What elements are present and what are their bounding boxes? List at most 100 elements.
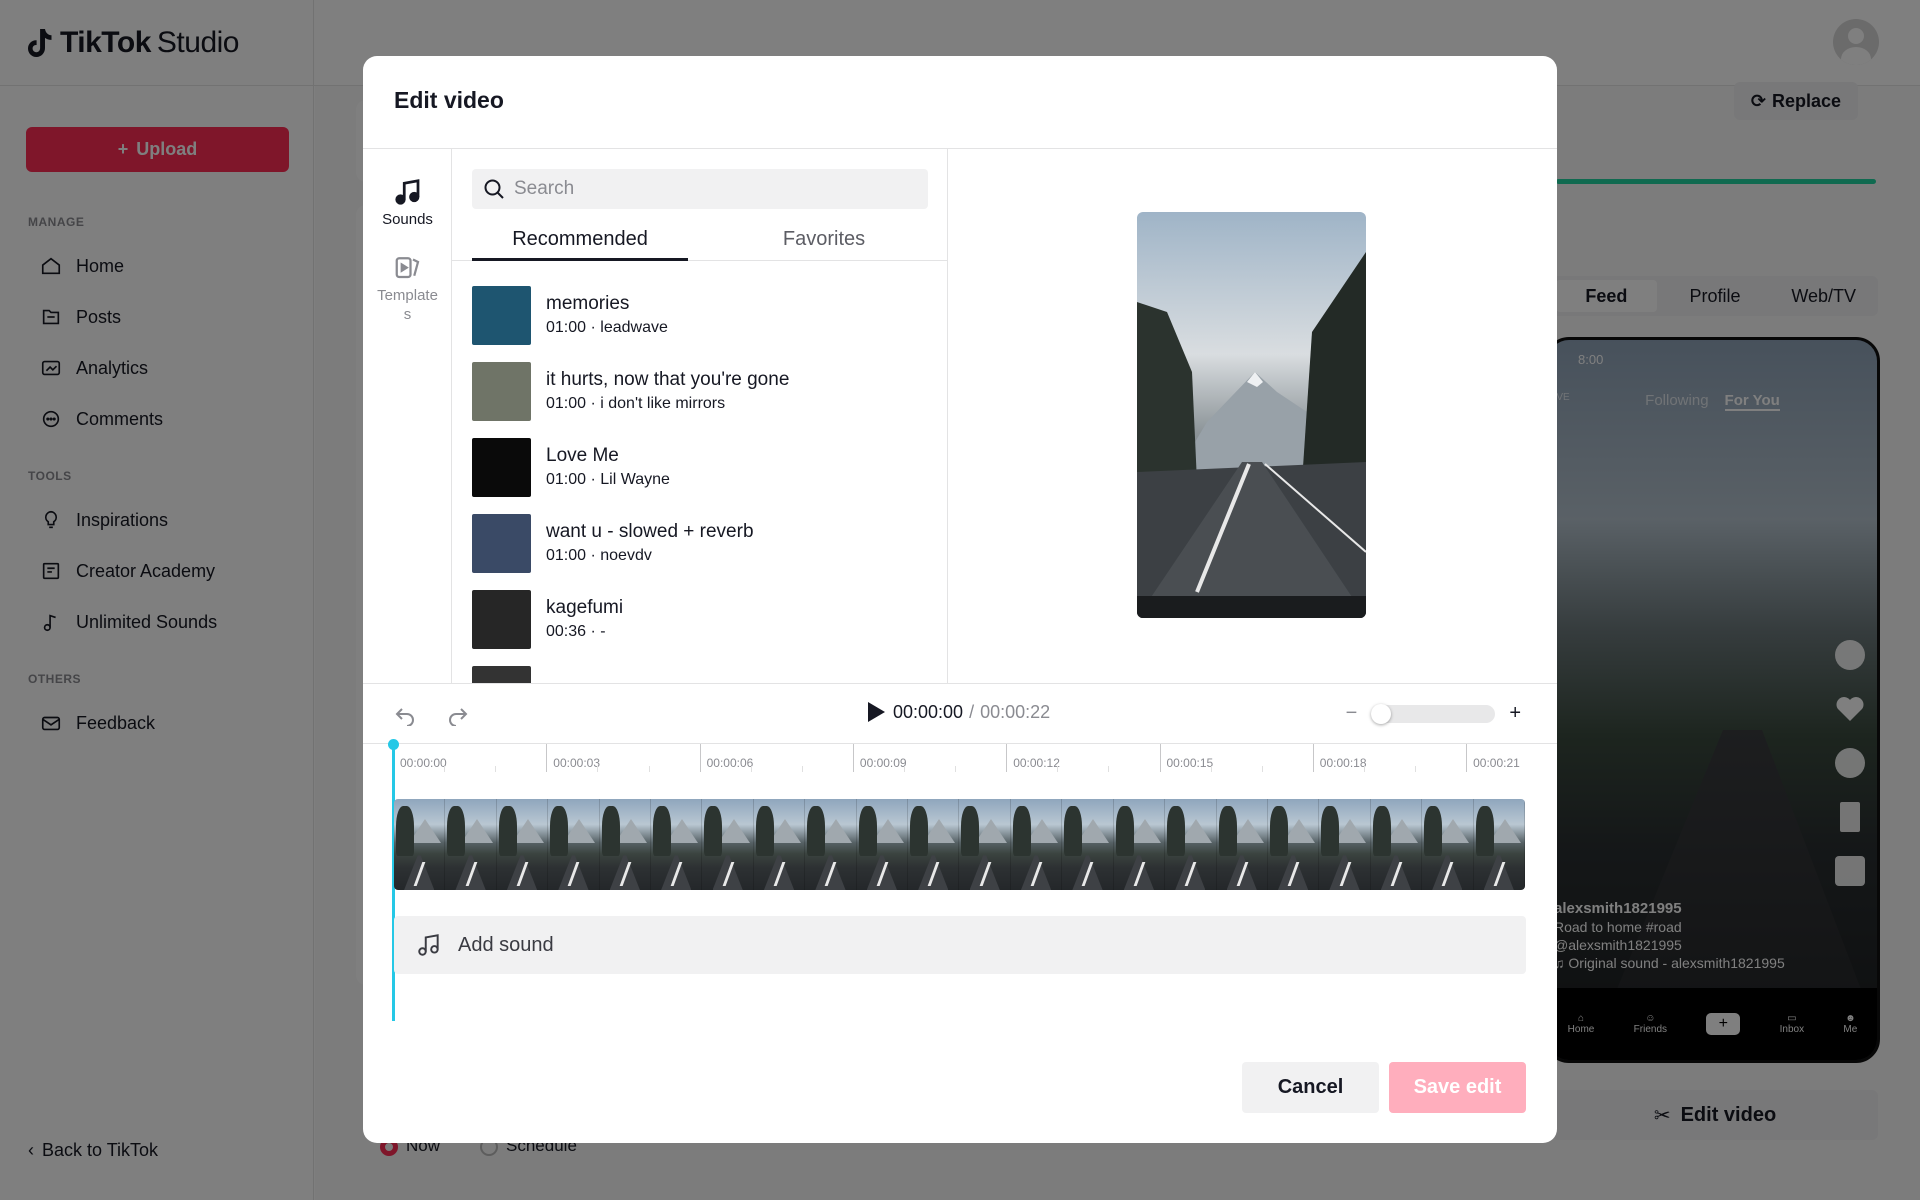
zoom-slider-handle[interactable] xyxy=(1371,703,1392,724)
ruler-tick: 00:00:09 xyxy=(852,744,907,772)
sound-thumbnail xyxy=(472,285,531,345)
add-sound-track[interactable]: Add sound xyxy=(394,916,1526,974)
filmstrip-frame xyxy=(548,799,600,890)
search-input[interactable] xyxy=(514,178,914,200)
sound-track-item[interactable]: Love Me 01:00 · Lil Wayne xyxy=(472,437,670,497)
ruler-tick-label: 00:00:00 xyxy=(400,756,447,770)
sound-thumbnail xyxy=(472,513,531,573)
filmstrip-frame xyxy=(856,799,909,890)
ruler-minor-tick xyxy=(444,766,446,772)
sound-track-item[interactable]: memories 01:00 · leadwave xyxy=(472,285,668,345)
sound-meta: 01:00 · i don't like mirrors xyxy=(546,395,726,412)
ruler-minor-tick xyxy=(597,766,599,772)
filmstrip-frame xyxy=(496,799,549,890)
ruler-minor-tick xyxy=(1261,766,1263,772)
tool-sounds[interactable]: Sounds xyxy=(363,177,452,228)
ruler-minor-tick xyxy=(1415,766,1416,772)
ruler-minor-tick xyxy=(1108,766,1110,772)
filmstrip-frame xyxy=(1216,799,1268,890)
tab-favorites[interactable]: Favorites xyxy=(716,219,932,260)
filmstrip-frame xyxy=(1319,799,1371,890)
ruler-tick: 00:00:21 xyxy=(1466,744,1520,772)
sound-title: it hurts, now that you're gone xyxy=(546,369,790,390)
sound-track-item[interactable]: Trap S... xyxy=(472,665,618,683)
undo-icon[interactable] xyxy=(392,702,418,726)
video-preview-image xyxy=(1137,212,1366,618)
filmstrip-frame xyxy=(394,799,446,890)
ruler-tick-label: 00:00:18 xyxy=(1319,756,1367,770)
current-time: 00:00:00 xyxy=(893,701,964,722)
zoom-in-button[interactable]: + xyxy=(1509,702,1521,725)
zoom-control: − + xyxy=(1346,702,1521,725)
cancel-button[interactable]: Cancel xyxy=(1242,1062,1379,1113)
sound-info: want u - slowed + reverb 01:00 · noevdv xyxy=(546,521,754,565)
ruler-tick: 00:00:12 xyxy=(1006,744,1060,772)
modal-title: Edit video xyxy=(394,87,504,113)
ruler-minor-tick xyxy=(955,766,957,772)
sound-meta: 01:00 · leadwave xyxy=(546,319,668,336)
filmstrip-frame xyxy=(959,799,1011,890)
filmstrip-frame xyxy=(1010,799,1063,890)
filmstrip-frame xyxy=(1267,799,1320,890)
filmstrip-frame xyxy=(702,799,754,890)
sound-track-item[interactable]: want u - slowed + reverb 01:00 · noevdv xyxy=(472,513,754,573)
sound-track-item[interactable]: kagefumi 00:36 · - xyxy=(472,589,623,649)
sound-title: kagefumi xyxy=(546,597,624,618)
sound-meta: 01:00 · noevdv xyxy=(546,547,652,564)
save-edit-button[interactable]: Save edit xyxy=(1389,1062,1526,1113)
ruler-tick-label: 00:00:12 xyxy=(1013,756,1060,770)
ruler-minor-tick xyxy=(904,766,905,772)
sounds-panel: Recommended Favorites memories 01:00 · le… xyxy=(452,149,948,683)
zoom-slider[interactable] xyxy=(1371,703,1496,724)
sound-thumbnail xyxy=(472,665,531,683)
filmstrip-frame xyxy=(753,799,806,890)
total-time: 00:00:22 xyxy=(980,701,1051,722)
tool-sounds-label: Sounds xyxy=(382,211,433,228)
filmstrip-frame xyxy=(908,799,960,890)
ruler-tick: 00:00:18 xyxy=(1312,744,1367,772)
filmstrip-frame xyxy=(1062,799,1114,890)
ruler-tick: 00:00:06 xyxy=(699,744,753,772)
add-sound-label: Add sound xyxy=(458,933,554,956)
filmstrip-frame xyxy=(445,799,497,890)
sound-info: memories 01:00 · leadwave xyxy=(546,293,668,337)
sound-thumbnail xyxy=(472,589,531,649)
ruler-minor-tick xyxy=(1210,766,1212,772)
tab-recommended[interactable]: Recommended xyxy=(472,219,688,261)
video-filmstrip[interactable] xyxy=(394,799,1525,890)
ruler-tick-label: 00:00:09 xyxy=(859,756,907,770)
ruler-minor-tick xyxy=(1363,766,1365,772)
sound-meta: 01:00 · Lil Wayne xyxy=(546,471,670,488)
sound-thumbnail xyxy=(472,437,531,497)
time-ruler[interactable]: 00:00:00 00:00:03 00:00:06 00:00:09 00:00:12… xyxy=(393,744,1533,774)
sound-meta: 00:36 · - xyxy=(546,623,606,640)
ruler-minor-tick xyxy=(750,766,752,772)
filmstrip-frame xyxy=(1473,799,1525,890)
time-separator: / xyxy=(969,701,975,722)
redo-icon[interactable] xyxy=(445,702,471,726)
sound-thumbnail xyxy=(472,361,531,421)
ruler-tick-label: 00:00:03 xyxy=(553,756,601,770)
filmstrip-frame xyxy=(1422,799,1474,890)
ruler-minor-tick xyxy=(648,766,650,772)
zoom-out-button[interactable]: − xyxy=(1346,702,1358,725)
sound-track-item[interactable]: it hurts, now that you're gone 01:00 · i … xyxy=(472,361,789,421)
tool-rail: Sounds Template s xyxy=(363,149,452,683)
timeline-toolbar: 00:00:00 / 00:00:22 − + xyxy=(363,684,1557,744)
ruler-tick: 00:00:15 xyxy=(1159,744,1213,772)
search-icon xyxy=(484,179,504,199)
ruler-minor-tick xyxy=(495,766,497,772)
play-icon[interactable] xyxy=(865,700,887,724)
ruler-tick-label: 00:00:15 xyxy=(1166,756,1214,770)
ruler-minor-tick xyxy=(801,766,803,772)
search-box xyxy=(472,169,928,209)
ruler-minor-tick xyxy=(1057,766,1059,772)
sound-title: want u - slowed + reverb xyxy=(546,521,754,542)
tool-templates[interactable]: Template s xyxy=(363,252,452,324)
sound-title: Love Me xyxy=(546,445,619,466)
filmstrip-frame xyxy=(1165,799,1217,890)
video-preview[interactable] xyxy=(1137,212,1366,618)
sound-title: memories xyxy=(546,293,630,314)
preview-area xyxy=(948,149,1557,683)
ruler-tick-label: 00:00:06 xyxy=(706,756,754,770)
